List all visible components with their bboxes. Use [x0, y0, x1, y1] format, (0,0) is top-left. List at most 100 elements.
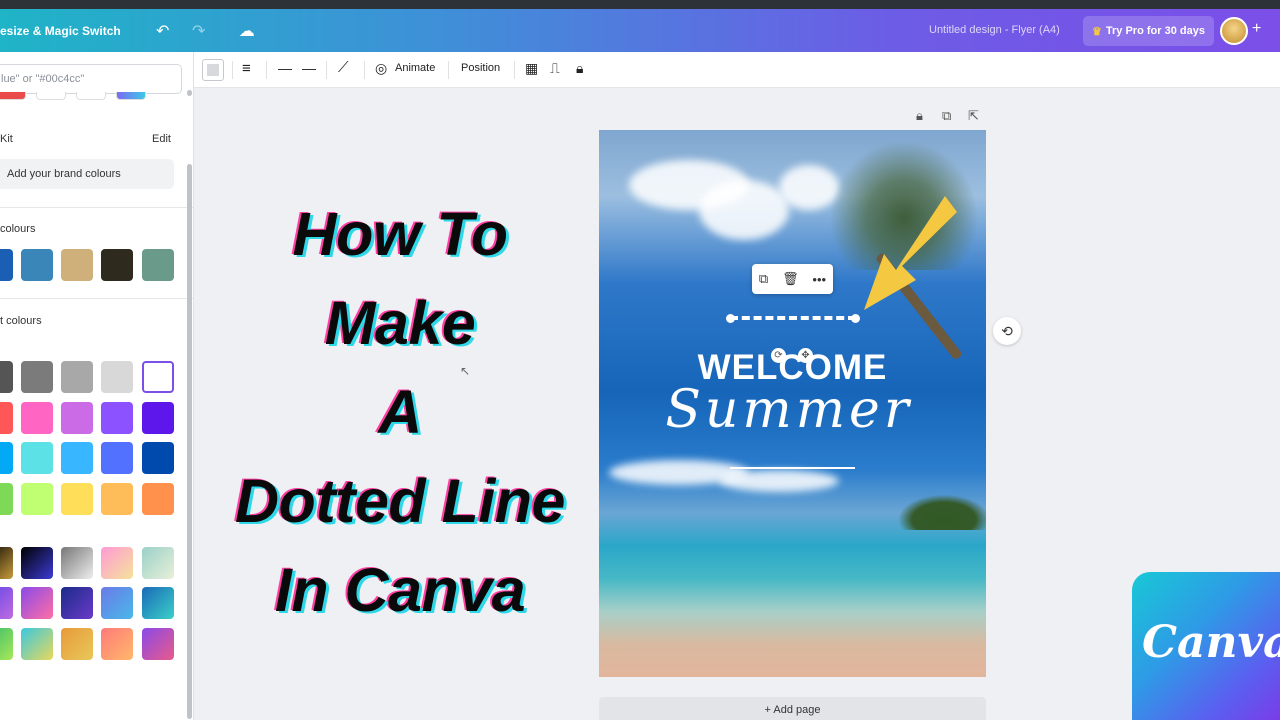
overlay-title-line: Dotted Line	[235, 467, 565, 535]
swatch[interactable]	[21, 587, 53, 619]
add-brand-colours-button[interactable]: Add your brand colours	[0, 159, 174, 189]
swatch[interactable]	[61, 547, 93, 579]
swatch[interactable]	[142, 587, 174, 619]
swatch[interactable]	[101, 402, 133, 434]
line-colour-button[interactable]	[202, 59, 224, 81]
lock-icon[interactable]: 🔒︎	[576, 60, 583, 77]
swatch[interactable]	[21, 249, 53, 281]
line-type-icon[interactable]: ⟋	[338, 59, 349, 76]
duplicate-page-icon[interactable]: ⧉	[942, 108, 951, 124]
share-plus-icon[interactable]: +	[1252, 20, 1261, 38]
divider	[266, 61, 267, 79]
element-toolbar: ≡ — — ⟋ ◎ Animate Position ▦ ⎍ 🔒︎	[194, 52, 1280, 88]
swatch[interactable]	[61, 442, 93, 474]
swatch[interactable]	[36, 92, 66, 100]
overlay-title-line: In Canva	[274, 556, 526, 624]
swatch[interactable]	[21, 402, 53, 434]
swatch[interactable]	[61, 483, 93, 515]
swatch[interactable]	[0, 547, 13, 579]
cloud-shape	[719, 470, 839, 492]
cloud-save-icon[interactable]: ☁	[237, 21, 257, 41]
swatch[interactable]	[61, 361, 93, 393]
refresh-comment-icon[interactable]: ⟲	[993, 317, 1021, 345]
move-icon[interactable]: ✥	[798, 348, 813, 363]
swatch[interactable]	[61, 249, 93, 281]
summer-script-text[interactable]: Summer	[654, 380, 924, 440]
colour-panel: lue" or "#00c4cc" Kit Edit Add your bran…	[0, 52, 194, 720]
more-icon[interactable]: •••	[812, 272, 826, 287]
overlay-title-line: A	[378, 378, 422, 446]
swatch[interactable]	[101, 249, 133, 281]
swatch[interactable]	[116, 92, 146, 100]
swatch[interactable]	[101, 547, 133, 579]
position-button[interactable]: Position	[461, 62, 500, 74]
line-endpoint-handle[interactable]	[726, 314, 735, 323]
line-end-icon[interactable]: —	[302, 60, 316, 76]
design-title[interactable]: Untitled design - Flyer (A4)	[929, 24, 1060, 36]
recent-swatches-row	[0, 92, 146, 100]
canva-logo-text: Canva	[1142, 617, 1280, 668]
swatch[interactable]	[21, 628, 53, 660]
animate-button[interactable]: Animate	[395, 62, 435, 74]
paint-roller-icon[interactable]: ⎍	[550, 60, 560, 77]
edit-brand-kit-link[interactable]: Edit	[152, 133, 171, 145]
swatch[interactable]	[101, 361, 133, 393]
document-colours-label: colours	[0, 223, 36, 235]
swatch[interactable]	[142, 547, 174, 579]
underline-element[interactable]	[730, 467, 855, 469]
swatch[interactable]	[21, 361, 53, 393]
swatch[interactable]	[142, 628, 174, 660]
editor-topbar: esize & Magic Switch ↶ ↷ ☁ Untitled desi…	[0, 9, 1280, 52]
dotted-line-element[interactable]	[730, 316, 856, 320]
overlay-title-line: How To	[292, 200, 508, 268]
swatch[interactable]	[142, 402, 174, 434]
avatar[interactable]	[1220, 17, 1248, 45]
redo-icon[interactable]: ↷	[189, 21, 209, 41]
try-pro-button[interactable]: ♛ Try Pro for 30 days	[1083, 16, 1214, 46]
swatch-selected[interactable]	[142, 361, 174, 393]
swatch[interactable]	[142, 483, 174, 515]
swatch[interactable]	[0, 587, 13, 619]
scrollbar-top[interactable]	[187, 90, 192, 96]
overlay-title: How To Make A Dotted Line In Canva	[200, 190, 600, 635]
resize-magic-switch-button[interactable]: esize & Magic Switch	[0, 24, 125, 38]
swatch[interactable]	[0, 483, 13, 515]
swatch[interactable]	[61, 402, 93, 434]
swatch[interactable]	[0, 361, 13, 393]
panel-scrollbar[interactable]	[187, 164, 192, 719]
swatch[interactable]	[21, 442, 53, 474]
swatch[interactable]	[101, 587, 133, 619]
cloud-shape	[699, 180, 789, 240]
swatch[interactable]	[142, 249, 174, 281]
swatch[interactable]	[101, 628, 133, 660]
rotate-icon[interactable]: ⟳	[771, 348, 786, 363]
swatch[interactable]	[0, 442, 13, 474]
line-start-icon[interactable]: —	[278, 60, 292, 76]
swatch[interactable]	[21, 483, 53, 515]
swatch[interactable]	[21, 547, 53, 579]
swatch[interactable]	[0, 92, 26, 100]
colour-search-input[interactable]: lue" or "#00c4cc"	[0, 64, 182, 94]
canva-logo: Canva	[1132, 572, 1280, 720]
lock-page-icon[interactable]: 🔒︎	[916, 108, 923, 124]
swatch[interactable]	[0, 402, 13, 434]
add-page-button[interactable]: + Add page	[599, 697, 986, 720]
add-page-icon[interactable]: ⇱	[968, 108, 979, 124]
divider	[0, 207, 193, 208]
swatch[interactable]	[101, 483, 133, 515]
copy-icon[interactable]: ⧉	[759, 271, 768, 287]
swatch[interactable]	[0, 628, 13, 660]
selection-context-menu: ⧉ 🗑︎ •••	[752, 264, 833, 294]
swatch[interactable]	[0, 249, 13, 281]
swatch[interactable]	[76, 92, 106, 100]
trash-icon[interactable]: 🗑︎	[782, 271, 799, 287]
divider	[364, 61, 365, 79]
swatch[interactable]	[61, 628, 93, 660]
animate-icon[interactable]: ◎	[375, 60, 387, 77]
transparency-icon[interactable]: ▦	[525, 60, 538, 77]
swatch[interactable]	[101, 442, 133, 474]
swatch[interactable]	[142, 442, 174, 474]
swatch[interactable]	[61, 587, 93, 619]
undo-icon[interactable]: ↶	[153, 21, 173, 41]
line-weight-icon[interactable]: ≡	[242, 60, 251, 77]
